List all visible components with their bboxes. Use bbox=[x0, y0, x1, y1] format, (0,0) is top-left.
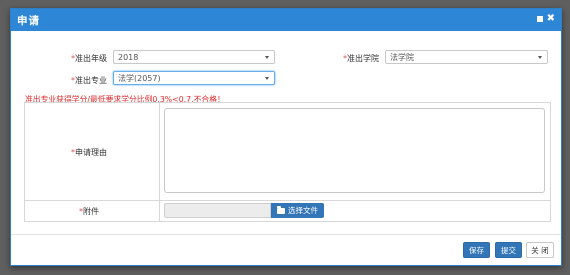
college-select-value: 法学院 bbox=[390, 53, 414, 62]
apply-form-table: *申请理由 *附件 选择文件 bbox=[24, 102, 551, 222]
close-icon[interactable]: ✖ bbox=[547, 14, 555, 24]
header-actions: ✖ bbox=[536, 14, 555, 24]
footer-divider bbox=[11, 234, 561, 235]
dialog-title: 申请 bbox=[17, 14, 40, 27]
major-select[interactable]: 法学(2057) bbox=[113, 71, 275, 85]
dialog-header: 申请 ✖ bbox=[11, 9, 561, 31]
column-divider bbox=[159, 103, 160, 221]
year-label-text: 准出年级 bbox=[75, 54, 107, 63]
submit-button[interactable]: 提交 bbox=[495, 242, 522, 258]
submit-button-label: 提交 bbox=[501, 245, 516, 255]
maximize-icon[interactable] bbox=[536, 16, 543, 22]
year-label: * 准出年级 bbox=[11, 53, 107, 64]
college-label: * 准出学院 bbox=[311, 53, 379, 64]
reason-label: *申请理由 bbox=[71, 147, 107, 158]
reason-textarea[interactable] bbox=[164, 108, 545, 193]
folder-open-icon bbox=[277, 205, 285, 214]
row-divider bbox=[25, 200, 550, 201]
reason-label-text: 申请理由 bbox=[75, 148, 107, 157]
choose-file-button[interactable]: 选择文件 bbox=[271, 203, 324, 218]
major-label: * 准出专业 bbox=[11, 75, 107, 86]
chevron-down-icon bbox=[265, 77, 269, 80]
apply-dialog: 申请 ✖ * 准出年级 2018 * 准出学院 法学院 * 准出专业 法学(2057)… bbox=[10, 8, 562, 266]
attachment-label-text: 附件 bbox=[83, 207, 99, 216]
college-select[interactable]: 法学院 bbox=[385, 50, 548, 64]
attachment-label: *附件 bbox=[79, 206, 99, 217]
chevron-down-icon bbox=[538, 56, 542, 59]
close-button[interactable]: 关 闭 bbox=[526, 242, 554, 258]
year-select[interactable]: 2018 bbox=[113, 50, 275, 64]
save-button[interactable]: 保存 bbox=[463, 242, 490, 258]
save-button-label: 保存 bbox=[469, 245, 484, 255]
choose-file-label: 选择文件 bbox=[288, 206, 318, 215]
major-select-value: 法学(2057) bbox=[118, 74, 161, 83]
college-label-text: 准出学院 bbox=[347, 54, 379, 63]
close-button-label: 关 闭 bbox=[531, 245, 549, 255]
major-label-text: 准出专业 bbox=[75, 76, 107, 85]
chevron-down-icon bbox=[265, 56, 269, 59]
year-select-value: 2018 bbox=[118, 53, 139, 62]
file-path-input[interactable] bbox=[164, 203, 271, 218]
